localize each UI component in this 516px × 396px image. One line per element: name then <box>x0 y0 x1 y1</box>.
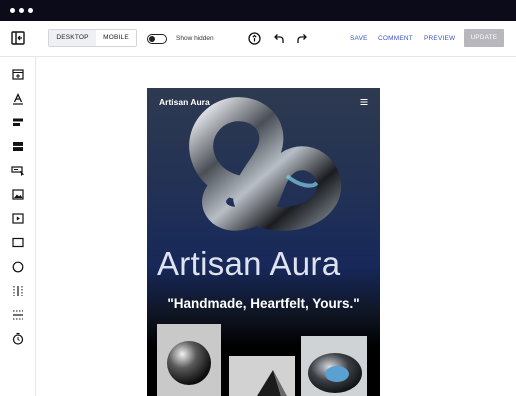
image-icon[interactable] <box>12 189 24 200</box>
comment-button[interactable]: COMMENT <box>378 35 413 42</box>
element-sidebar <box>0 57 36 396</box>
hamburger-menu-icon[interactable] <box>360 98 368 106</box>
page-preview[interactable]: Artisan Aura Artisan Aura "Handmade, Hea… <box>147 88 380 396</box>
timer-icon[interactable] <box>12 332 24 345</box>
paragraph-icon[interactable] <box>12 117 24 128</box>
view-mode-mobile[interactable]: MOBILE <box>96 30 136 46</box>
update-button[interactable]: UPDATE <box>464 29 504 47</box>
redo-icon[interactable] <box>296 32 309 45</box>
show-hidden-toggle[interactable] <box>147 34 167 44</box>
divider-icon[interactable] <box>12 309 24 321</box>
toggle-knob <box>149 36 155 42</box>
view-mode-desktop[interactable]: DESKTOP <box>49 30 96 46</box>
circle-icon[interactable] <box>12 261 24 273</box>
save-button[interactable]: SAVE <box>350 35 368 42</box>
window-dot-icon <box>28 8 33 13</box>
rectangle-icon[interactable] <box>12 237 24 248</box>
window-titlebar <box>0 0 516 21</box>
container-icon[interactable] <box>12 141 24 152</box>
section-icon[interactable] <box>12 69 24 80</box>
hero-sculpture-image <box>157 97 367 396</box>
show-hidden-label: Show hidden <box>176 35 214 42</box>
undo-icon[interactable] <box>272 32 285 45</box>
window-dot-icon <box>10 8 15 13</box>
hero-tagline: "Handmade, Heartfelt, Yours." <box>167 296 360 311</box>
hero-title: Artisan Aura <box>157 245 341 282</box>
help-icon[interactable] <box>248 32 261 45</box>
columns-icon[interactable] <box>12 285 24 297</box>
view-mode-toggle: DESKTOP MOBILE <box>48 29 137 47</box>
text-icon[interactable] <box>12 93 24 105</box>
preview-button[interactable]: PREVIEW <box>424 35 455 42</box>
video-icon[interactable] <box>12 213 24 224</box>
preview-brand-name: Artisan Aura <box>159 97 210 107</box>
input-icon[interactable] <box>11 165 25 176</box>
window-dot-icon <box>19 8 24 13</box>
collapse-panel-icon[interactable] <box>11 31 25 45</box>
